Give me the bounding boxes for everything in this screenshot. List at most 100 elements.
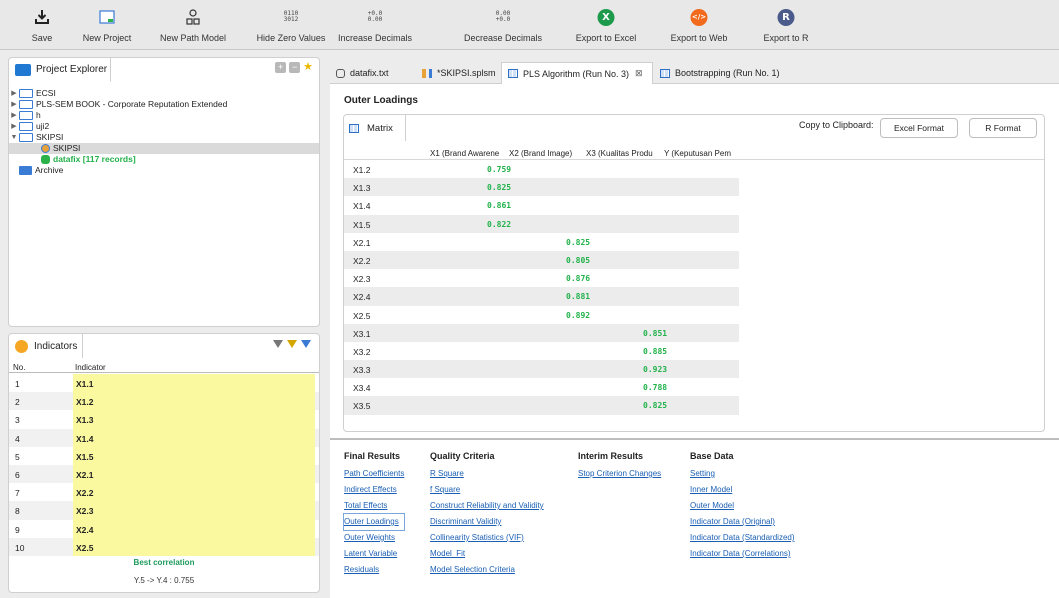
- tree-item-ecsi[interactable]: ▶ ECSI: [9, 88, 319, 99]
- column-header[interactable]: Y (Keputusan Pem: [664, 149, 740, 158]
- link-stop-criterion-changes[interactable]: Stop Criterion Changes: [578, 466, 661, 482]
- table-row[interactable]: X3.2 0.885: [344, 342, 1044, 360]
- expand-arrow-icon[interactable]: ▶: [9, 110, 19, 121]
- table-row[interactable]: 6 X2.1: [9, 464, 319, 484]
- link-r-square[interactable]: R Square: [430, 466, 544, 482]
- row-band: [344, 360, 739, 379]
- table-row[interactable]: 5 X1.5: [9, 446, 319, 465]
- indicators-tab[interactable]: Indicators: [9, 334, 83, 358]
- table-row[interactable]: 3 X1.3: [9, 410, 319, 429]
- row-label: X2.2: [353, 255, 371, 266]
- link-model-selection-criteria[interactable]: Model Selection Criteria: [430, 562, 544, 578]
- star-icon[interactable]: ★: [303, 62, 313, 73]
- tab-bootstrapping[interactable]: Bootstrapping (Run No. 1): [654, 62, 804, 84]
- tab-pls-algorithm[interactable]: PLS Algorithm (Run No. 3) ⊠: [501, 62, 653, 84]
- link-outer-model[interactable]: Outer Model: [690, 498, 795, 514]
- table-row[interactable]: X1.2 0.759: [344, 160, 1044, 178]
- table-row[interactable]: X1.4 0.861: [344, 196, 1044, 214]
- table-row[interactable]: X3.1 0.851: [344, 323, 1044, 342]
- link-outer-weights[interactable]: Outer Weights: [344, 530, 404, 546]
- table-row[interactable]: X2.3 0.876: [344, 269, 1044, 287]
- expand-arrow-icon[interactable]: ▶: [9, 99, 19, 110]
- project-folder-icon: [19, 122, 33, 131]
- link-indicator-data-correlations[interactable]: Indicator Data (Correlations): [690, 546, 795, 562]
- hide-zero-values-button[interactable]: 0110 3012 Hide Zero Values: [248, 0, 334, 50]
- link-collinearity-statistics[interactable]: Collinearity Statistics (VIF): [430, 530, 544, 546]
- table-row[interactable]: 7 X2.2: [9, 483, 319, 502]
- link-indirect-effects[interactable]: Indirect Effects: [344, 482, 404, 498]
- table-row[interactable]: X3.3 0.923: [344, 360, 1044, 379]
- row-band: [344, 287, 739, 306]
- link-inner-model[interactable]: Inner Model: [690, 482, 795, 498]
- expand-arrow-icon[interactable]: ▶: [9, 121, 19, 132]
- link-outer-loadings[interactable]: Outer Loadings: [342, 513, 406, 531]
- link-indicator-data-standardized[interactable]: Indicator Data (Standardized): [690, 530, 795, 546]
- tree-item-datafix[interactable]: datafix [117 records]: [9, 154, 319, 165]
- table-row[interactable]: 4 X1.4: [9, 428, 319, 447]
- column-header[interactable]: X3 (Kualitas Produ: [586, 149, 662, 158]
- row-label: X3.1: [353, 328, 371, 339]
- link-f-square[interactable]: f Square: [430, 482, 544, 498]
- tab-skipsi-model[interactable]: *SKIPSI.splsm: [416, 62, 500, 84]
- export-r-button[interactable]: R Export to R: [756, 0, 816, 50]
- table-row[interactable]: X1.5 0.822: [344, 214, 1044, 233]
- path-model-icon: [185, 8, 201, 26]
- filter-icon[interactable]: [287, 340, 297, 348]
- table-row[interactable]: 10 X2.5: [9, 537, 319, 556]
- filter-icon[interactable]: [273, 340, 283, 348]
- collapse-arrow-icon[interactable]: ▼: [9, 132, 19, 143]
- link-latent-variable[interactable]: Latent Variable: [344, 546, 404, 562]
- table-row[interactable]: X1.3 0.825: [344, 178, 1044, 197]
- column-header[interactable]: X1 (Brand Awarene: [430, 149, 506, 158]
- table-row[interactable]: 2 X1.2: [9, 392, 319, 411]
- table-row[interactable]: 8 X2.3: [9, 501, 319, 520]
- link-discriminant-validity[interactable]: Discriminant Validity: [430, 514, 544, 530]
- collapse-all-icon[interactable]: −: [289, 62, 301, 73]
- link-model-fit[interactable]: Model_Fit: [430, 546, 544, 562]
- expand-arrow-icon[interactable]: ▶: [9, 88, 19, 99]
- table-row[interactable]: 9 X2.4: [9, 519, 319, 538]
- table-row[interactable]: X3.5 0.825: [344, 396, 1044, 415]
- tab-matrix[interactable]: Matrix: [344, 115, 406, 141]
- excel-format-button[interactable]: Excel Format: [880, 118, 958, 138]
- export-excel-button[interactable]: X Export to Excel: [568, 0, 644, 50]
- best-correlation-value: Y.5 -> Y.4 : 0.755: [133, 576, 195, 585]
- link-construct-reliability[interactable]: Construct Reliability and Validity: [430, 498, 544, 514]
- close-icon[interactable]: ⊠: [635, 68, 643, 79]
- table-row[interactable]: 1 X1.1: [9, 374, 319, 393]
- tree-item-uji2[interactable]: ▶ uji2: [9, 121, 319, 132]
- grid-icon: [349, 123, 359, 133]
- project-explorer-tab[interactable]: Project Explorer: [9, 58, 111, 82]
- table-row[interactable]: X2.2 0.805: [344, 250, 1044, 270]
- table-row[interactable]: X3.4 0.788: [344, 378, 1044, 396]
- filter-icon[interactable]: [301, 340, 311, 348]
- tree-item-pls-sem-book[interactable]: ▶ PLS-SEM BOOK - Corporate Reputation Ext…: [9, 99, 319, 110]
- table-row[interactable]: X2.4 0.881: [344, 287, 1044, 306]
- new-project-button[interactable]: New Project: [76, 0, 138, 50]
- loading-value: 0.822: [487, 219, 512, 229]
- new-path-model-button[interactable]: New Path Model: [152, 0, 234, 50]
- tree-item-skipsi-model[interactable]: SKIPSI: [9, 143, 319, 154]
- grid-icon: [508, 69, 518, 78]
- decrease-decimals-button[interactable]: 0.00 +0.0 Decrease Decimals: [458, 0, 548, 50]
- tree-item-skipsi[interactable]: ▼ SKIPSI: [9, 132, 319, 143]
- r-format-button[interactable]: R Format: [969, 118, 1037, 138]
- save-button[interactable]: Save: [22, 0, 62, 50]
- link-indicator-data-original[interactable]: Indicator Data (Original): [690, 514, 795, 530]
- tree-item-archive[interactable]: Archive: [9, 165, 319, 176]
- link-residuals[interactable]: Residuals: [344, 562, 404, 578]
- link-total-effects[interactable]: Total Effects: [344, 498, 404, 514]
- web-icon: </>: [690, 8, 708, 26]
- increase-decimals-button[interactable]: +0.0 0.00 Increase Decimals: [330, 0, 420, 50]
- column-header[interactable]: X2 (Brand Image): [509, 149, 585, 158]
- table-row[interactable]: X2.1 0.825: [344, 233, 1044, 251]
- quality-criteria-column: Quality Criteria R Square f Square Const…: [430, 451, 544, 578]
- path-model-icon: [41, 144, 50, 153]
- tab-datafix[interactable]: datafix.txt: [330, 62, 416, 84]
- table-row[interactable]: X2.5 0.892: [344, 306, 1044, 324]
- expand-all-icon[interactable]: +: [275, 62, 287, 73]
- link-path-coefficients[interactable]: Path Coefficients: [344, 466, 404, 482]
- link-setting[interactable]: Setting: [690, 466, 795, 482]
- export-web-button[interactable]: </> Export to Web: [664, 0, 734, 50]
- tree-item-h[interactable]: ▶ h: [9, 110, 319, 121]
